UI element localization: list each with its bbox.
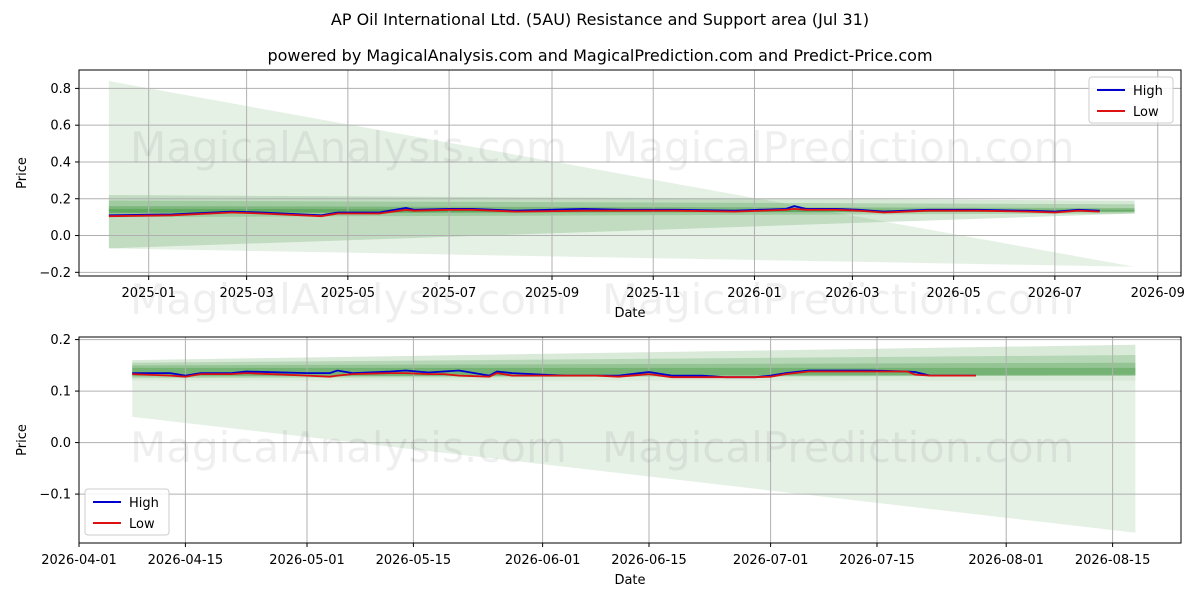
y-tick-label: −0.2 — [39, 266, 71, 281]
legend: High Low — [84, 488, 170, 536]
x-tick-label: 2026-09 — [1131, 286, 1185, 301]
x-tick-label: 2026-04-01 — [41, 553, 117, 568]
x-tick-label: 2026-07-15 — [839, 553, 915, 568]
x-tick-label: 2026-05-15 — [376, 553, 452, 568]
y-tick-label: 0.8 — [50, 82, 71, 97]
y-axis-label: Price — [15, 424, 30, 456]
x-tick-label: 2026-04-15 — [148, 553, 224, 568]
legend-label-high: High — [1133, 84, 1163, 99]
x-tick-label: 2026-08-01 — [968, 553, 1044, 568]
y-tick-label: 0.0 — [50, 436, 71, 451]
legend-label-high: High — [129, 496, 159, 511]
legend: High Low — [1088, 76, 1174, 124]
watermark: MagicalAnalysis.com — [130, 275, 567, 324]
x-tick-label: 2026-05-01 — [269, 553, 345, 568]
legend-label-low: Low — [1133, 105, 1159, 120]
x-tick-label: 2026-08-15 — [1075, 553, 1151, 568]
y-tick-label: 0.4 — [50, 155, 71, 170]
y-tick-label: −0.1 — [39, 488, 71, 503]
watermark: MagicalAnalysis.com — [130, 123, 567, 172]
y-tick-label: 0.2 — [50, 192, 71, 207]
watermark: MagicalPrediction.com — [602, 423, 1075, 472]
x-tick-label: 2026-06-15 — [611, 553, 687, 568]
chart-canvas: 2025-01 2025-03 2025-05 2025-07 2025-09 2025-… — [15, 69, 1185, 588]
x-tick-label: 2026-06-01 — [505, 553, 581, 568]
y-tick-label: 0.0 — [50, 229, 71, 244]
x-tick-label: 2026-07-01 — [733, 553, 809, 568]
y-tick-label: 0.6 — [50, 119, 71, 134]
y-tick-label: 0.1 — [50, 385, 71, 400]
legend-label-low: Low — [129, 517, 155, 532]
watermark: MagicalAnalysis.com — [130, 423, 567, 472]
watermark: MagicalPrediction.com — [602, 275, 1075, 324]
x-axis-label: Date — [614, 573, 645, 588]
y-tick-label: 0.2 — [50, 333, 71, 348]
watermark: MagicalPrediction.com — [602, 123, 1075, 172]
y-axis-label: Price — [15, 157, 30, 189]
